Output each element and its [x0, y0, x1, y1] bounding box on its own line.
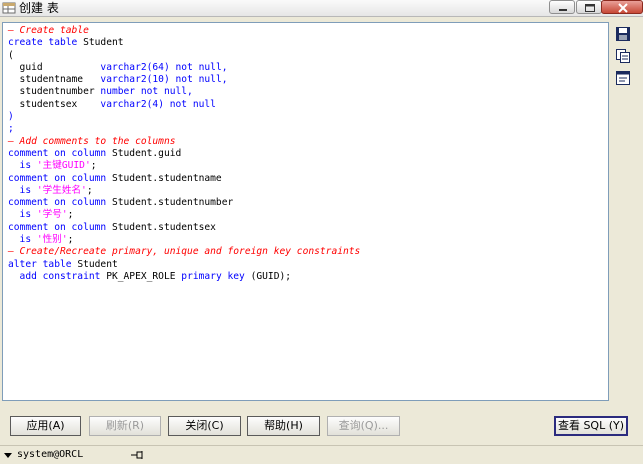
- code-token: primary key: [181, 270, 251, 282]
- code-line: comment on column Student.guid: [8, 148, 608, 160]
- code-line: — Create/Recreate primary, unique and fo…: [8, 246, 608, 258]
- table-app-icon: [2, 2, 16, 14]
- code-token: comment on column: [8, 172, 112, 184]
- code-token: ;: [8, 123, 14, 135]
- window-title: 创建 表: [19, 1, 59, 15]
- maximize-icon: [585, 4, 595, 12]
- code-line: add constraint PK_APEX_ROLE primary key …: [8, 271, 608, 283]
- code-line: is '性别';: [8, 234, 608, 246]
- format-icon: [616, 71, 630, 85]
- code-line: comment on column Student.studentsex: [8, 222, 608, 234]
- close-button[interactable]: 关闭(C): [168, 416, 241, 436]
- minimize-button[interactable]: [549, 0, 575, 14]
- code-token: 10: [152, 74, 164, 86]
- save-icon: [616, 27, 630, 41]
- code-token: ;: [67, 209, 74, 221]
- code-line: ): [8, 111, 608, 123]
- code-token: — Create/Recreate primary, unique and fo…: [8, 246, 361, 258]
- code-token: Student: [77, 258, 118, 270]
- code-token: ;: [90, 160, 97, 172]
- maximize-button[interactable]: [576, 0, 602, 14]
- format-button[interactable]: [615, 70, 631, 86]
- code-token: number not null,: [100, 86, 193, 98]
- code-line: (: [8, 50, 608, 62]
- sql-code[interactable]: — Create table create table Student( guid…: [3, 23, 608, 283]
- minimize-icon: [559, 9, 567, 11]
- code-token: (: [8, 49, 14, 61]
- code-token: Student: [83, 37, 124, 49]
- connection-label: system@ORCL: [17, 449, 84, 460]
- refresh-button[interactable]: 刷新(R): [89, 416, 161, 436]
- dropdown-arrow-icon[interactable]: [4, 453, 12, 458]
- code-line: comment on column Student.studentname: [8, 173, 608, 185]
- code-token: is: [8, 209, 37, 221]
- code-token: ;: [67, 234, 74, 246]
- code-token: Student.studentname: [111, 172, 222, 184]
- code-token: ;: [86, 184, 93, 196]
- code-token: guid: [8, 61, 101, 73]
- query-button[interactable]: 查询(Q)...: [327, 416, 400, 436]
- code-line: is '学生姓名';: [8, 185, 608, 197]
- code-line: comment on column Student.studentnumber: [8, 197, 608, 209]
- code-line: is '学号';: [8, 209, 608, 221]
- code-token: — Create table: [8, 25, 89, 36]
- code-token: is: [8, 184, 37, 196]
- code-token: comment on column: [8, 197, 112, 209]
- code-token: ) not null,: [163, 74, 228, 86]
- code-token: studentname: [8, 74, 101, 86]
- code-token: studentnumber: [8, 86, 101, 98]
- code-line: alter table Student: [8, 259, 608, 271]
- code-line: guid varchar2(64) not null,: [8, 62, 608, 74]
- code-token: (GUID);: [250, 270, 292, 282]
- code-token: '性别': [36, 234, 68, 246]
- close-window-button[interactable]: [601, 0, 643, 14]
- code-token: comment on column: [8, 221, 112, 233]
- help-button[interactable]: 帮助(H): [247, 416, 320, 436]
- code-token: add constraint: [8, 270, 107, 282]
- code-token: ): [8, 111, 14, 123]
- code-token: — Add comments to the columns: [8, 135, 176, 147]
- code-line: is '主键GUID';: [8, 160, 608, 172]
- code-line: studentsex varchar2(4) not null: [8, 99, 608, 111]
- code-token: comment on column: [8, 147, 112, 159]
- code-line: ;: [8, 123, 608, 135]
- save-button[interactable]: [615, 26, 631, 42]
- code-token: studentsex: [8, 98, 101, 110]
- close-icon: [618, 3, 628, 13]
- sql-editor[interactable]: — Create table create table Student( guid…: [2, 22, 609, 401]
- code-token: is: [8, 234, 37, 246]
- code-line: create table Student: [8, 37, 608, 49]
- code-token: varchar2(: [100, 61, 153, 73]
- code-token: '学生姓名': [36, 184, 87, 196]
- code-token: '学号': [36, 209, 68, 221]
- code-token: create table: [8, 37, 84, 49]
- code-line: — Add comments to the columns: [8, 136, 608, 148]
- code-line: studentname varchar2(10) not null,: [8, 74, 608, 86]
- view-sql-button[interactable]: 查看 SQL (Y): [554, 416, 628, 436]
- code-token: PK_APEX_ROLE: [106, 270, 182, 282]
- code-token: ) not null,: [163, 61, 228, 73]
- pin-icon[interactable]: [130, 450, 144, 460]
- code-line: studentnumber number not null,: [8, 86, 608, 98]
- code-token: alter table: [8, 258, 78, 270]
- code-token: is: [8, 160, 37, 172]
- code-token: Student.studentnumber: [111, 197, 234, 209]
- code-token: Student.studentsex: [111, 221, 216, 233]
- code-line: — Create table: [8, 25, 608, 37]
- title-bar: 创建 表: [0, 0, 643, 17]
- apply-button[interactable]: 应用(A): [10, 416, 81, 436]
- code-token: varchar2(: [100, 74, 153, 86]
- code-token: varchar2(: [100, 98, 153, 110]
- code-token: '主键GUID': [36, 160, 91, 172]
- status-bar: system@ORCL: [0, 445, 643, 464]
- code-token: Student.guid: [111, 147, 182, 159]
- code-token: 64: [152, 61, 164, 73]
- copy-icon: [616, 49, 630, 63]
- copy-button[interactable]: [615, 48, 631, 64]
- side-toolbar: [614, 26, 634, 92]
- code-token: ) not null: [158, 98, 216, 110]
